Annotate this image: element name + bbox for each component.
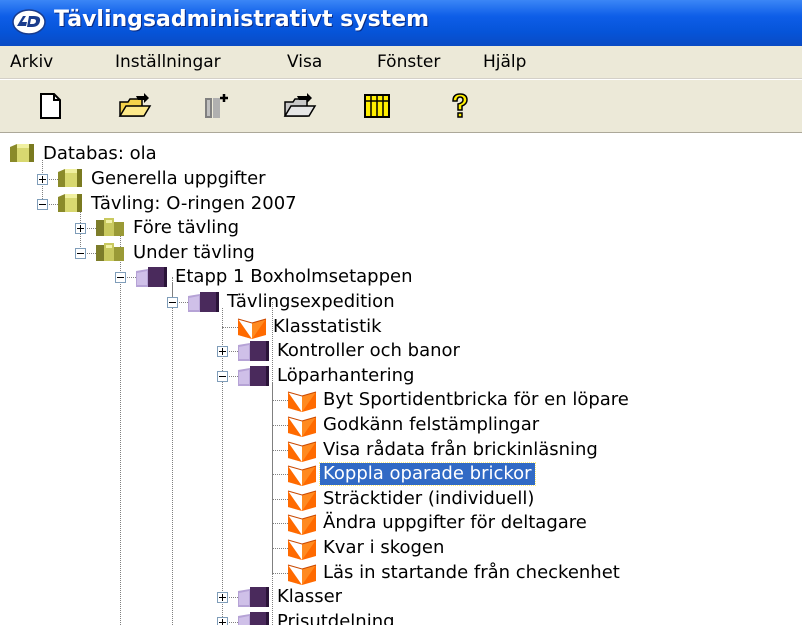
database-icon — [56, 167, 86, 193]
books-icon — [94, 241, 128, 267]
tree-line — [172, 277, 174, 625]
menu-arkiv[interactable]: Arkiv — [10, 52, 53, 72]
help-icon[interactable] — [445, 92, 475, 120]
app-icon — [12, 9, 46, 35]
tree-node-kontroller-och-banor[interactable]: Kontroller och banor — [274, 340, 463, 362]
tree-node-under-tavling[interactable]: Under tävling — [130, 242, 258, 264]
collapse-icon[interactable] — [75, 247, 86, 259]
tree-node-fore-tavling[interactable]: Före tävling — [130, 217, 242, 239]
expand-icon[interactable] — [217, 346, 228, 358]
menu-visa[interactable]: Visa — [287, 52, 322, 72]
menu-bar: Arkiv Inställningar Visa Fönster Hjälp — [0, 46, 802, 79]
tree-node-stracktider-individuell[interactable]: Sträcktider (individuell) — [320, 488, 537, 510]
tree-node-klasstatistik[interactable]: Klasstatistik — [270, 316, 385, 338]
window-title: Tävlingsadministrativt system — [54, 7, 430, 32]
menu-installningar[interactable]: Inställningar — [115, 52, 221, 72]
table-icon[interactable] — [362, 92, 392, 120]
collapse-icon[interactable] — [217, 370, 228, 382]
toolbar — [0, 79, 802, 133]
tree-node-prisutdelning[interactable]: Prisutdelning — [274, 611, 398, 625]
purple-folder-icon — [186, 290, 222, 318]
tree-node-godkann-felstamplingar[interactable]: Godkänn felstämplingar — [320, 414, 542, 436]
tree-node-kvar-i-skogen[interactable]: Kvar i skogen — [320, 537, 447, 559]
tree-node-generella-uppgifter[interactable]: Generella uppgifter — [88, 168, 269, 190]
transfer-folder-icon[interactable] — [283, 92, 317, 120]
collapse-icon[interactable] — [115, 272, 126, 284]
expand-icon[interactable] — [217, 592, 228, 604]
tree-node-klasser[interactable]: Klasser — [274, 586, 345, 608]
tree-node-byt-sportidentbricka-for-en-lopare[interactable]: Byt Sportidentbricka för en löpare — [320, 389, 632, 411]
expand-icon[interactable] — [75, 223, 86, 235]
purple-folder-icon — [236, 364, 272, 392]
tree-node-las-in-startande-fran-checkenhet[interactable]: Läs in startande från checkenhet — [320, 562, 623, 584]
purple-folder-icon — [236, 610, 272, 625]
tree-node-databas-ola[interactable]: Databas: ola — [40, 143, 160, 165]
tree-node-visa-radata-fran-brickinlasning[interactable]: Visa rådata från brickinläsning — [320, 439, 601, 461]
new-document-icon[interactable] — [36, 92, 66, 120]
tree-line — [120, 228, 122, 625]
tree-node-tavling-o-ringen-2007[interactable]: Tävling: O-ringen 2007 — [88, 193, 300, 215]
collapse-icon[interactable] — [37, 198, 48, 210]
menu-fonster[interactable]: Fönster — [377, 52, 440, 72]
books-icon — [94, 216, 128, 242]
expand-icon[interactable] — [217, 616, 228, 625]
tree-node-etapp-1-boxholmsetappen[interactable]: Etapp 1 Boxholmsetappen — [172, 266, 416, 288]
database-icon — [56, 192, 86, 218]
tree-node-loparhantering[interactable]: Löparhantering — [274, 365, 417, 387]
menu-hjalp[interactable]: Hjälp — [483, 52, 526, 72]
database-icon — [8, 142, 38, 168]
purple-folder-icon — [134, 265, 170, 293]
add-column-icon[interactable] — [202, 92, 232, 120]
open-folder-icon[interactable] — [118, 92, 152, 120]
tree-node-tavlingsexpedition[interactable]: Tävlingsexpedition — [224, 291, 398, 313]
tree-node-koppla-oparade-brickor[interactable]: Koppla oparade brickor — [319, 462, 536, 487]
tree-view[interactable]: Databas: ola Generella uppgifter Tävling: … — [0, 136, 802, 625]
tree-node-andra-uppgifter-for-deltagare[interactable]: Ändra uppgifter för deltagare — [320, 512, 590, 534]
expand-icon[interactable] — [37, 173, 48, 185]
collapse-icon[interactable] — [167, 296, 178, 308]
title-bar[interactable]: Tävlingsadministrativt system — [0, 0, 802, 46]
